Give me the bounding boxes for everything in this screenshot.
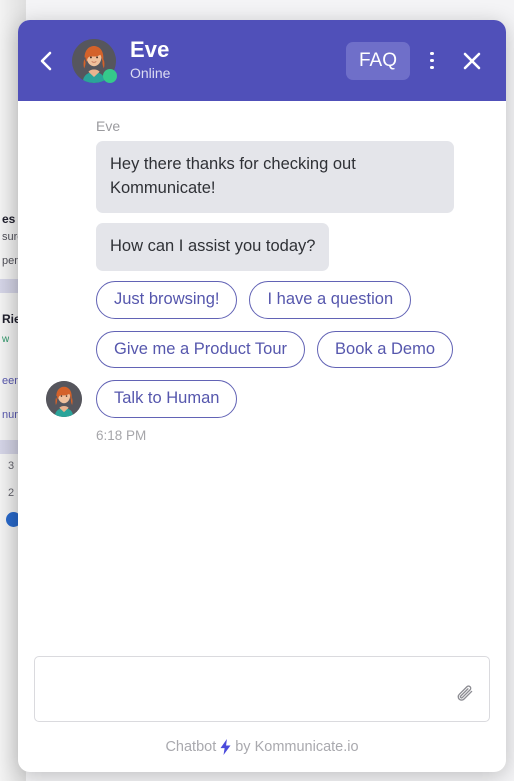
composer <box>34 656 490 722</box>
more-options-icon[interactable] <box>416 44 448 78</box>
background-text-fragment: w <box>2 334 10 345</box>
quick-reply-product-tour[interactable]: Give me a Product Tour <box>96 330 306 369</box>
background-number-fragment: 2 <box>8 487 15 499</box>
message-group: Eve Hey there thanks for checking out Ko… <box>34 119 490 271</box>
agent-name: Eve <box>130 37 170 63</box>
agent-status: Online <box>130 64 171 81</box>
message-list: Eve Hey there thanks for checking out Ko… <box>18 101 506 646</box>
online-status-dot <box>103 68 117 83</box>
composer-area <box>18 646 506 722</box>
footer-prefix: Chatbot <box>165 739 217 755</box>
quick-reply-book-a-demo[interactable]: Book a Demo <box>317 330 453 369</box>
quick-reply-group: Just browsing! I have a question Give me… <box>34 280 490 369</box>
background-number-fragment: 3 <box>8 460 15 472</box>
header-titles: Eve Online <box>130 38 346 82</box>
message-sender-name: Eve <box>96 118 121 134</box>
message-input[interactable] <box>35 657 489 721</box>
footer-suffix: by Kommunicate.io <box>235 739 359 755</box>
quick-reply-row-with-avatar: Talk to Human <box>34 380 490 419</box>
chat-header: Eve Online FAQ <box>18 20 506 101</box>
quick-reply-row: Just browsing! I have a question <box>96 280 490 319</box>
quick-reply-talk-to-human[interactable]: Talk to Human <box>96 380 238 419</box>
back-icon[interactable] <box>30 44 64 78</box>
footer-branding: Chatbot by Kommunicate.io <box>18 722 506 772</box>
quick-reply-i-have-a-question[interactable]: I have a question <box>249 280 412 319</box>
message-timestamp: 6:18 PM <box>96 428 147 444</box>
message-bubble: How can I assist you today? <box>96 222 330 271</box>
bolt-icon <box>219 739 232 755</box>
message-bubble: Hey there thanks for checking out Kommun… <box>96 141 454 213</box>
faq-button[interactable]: FAQ <box>345 41 410 80</box>
chat-widget: Eve Online FAQ Eve Hey there thanks for … <box>18 20 506 772</box>
attachment-icon[interactable] <box>451 681 479 709</box>
background-text-fragment: es <box>2 212 16 226</box>
quick-reply-just-browsing[interactable]: Just browsing! <box>96 280 238 319</box>
quick-reply-row: Give me a Product Tour Book a Demo <box>96 330 490 369</box>
avatar-small <box>46 381 82 418</box>
avatar <box>72 38 117 83</box>
close-icon[interactable] <box>454 43 490 79</box>
